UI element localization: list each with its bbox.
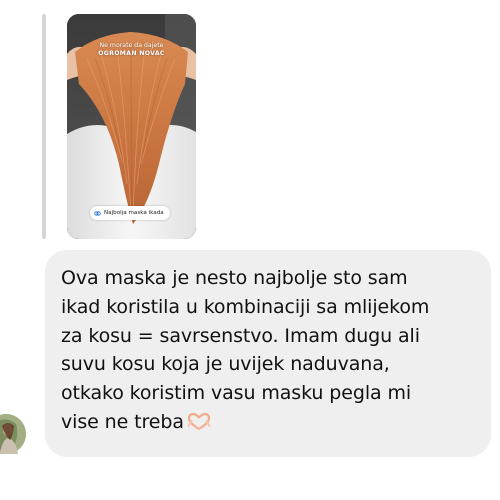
chat-screen: Ne morate da dajete OGROMAN NOVAC Najbol…: [0, 0, 500, 500]
link-icon: [94, 210, 101, 216]
story-caption: Ne morate da dajete OGROMAN NOVAC: [67, 42, 196, 58]
message-line: otkako koristim vasu masku pegla mi: [61, 382, 412, 405]
message-bubble[interactable]: Ova maska je nesto najbolje sto sam ikad…: [45, 250, 491, 457]
message-line: ikad koristila u kombinaciji sa mlijekom: [61, 295, 430, 318]
message-last-line: vise ne treba: [61, 408, 481, 437]
message-line: vise ne treba: [61, 410, 184, 433]
story-caption-line2: OGROMAN NOVAC: [98, 50, 165, 57]
message-line: Ova maska je nesto najbolje sto sam: [61, 267, 408, 289]
message-line: za kosu = savrsenstvo. Imam dugu ali: [61, 324, 420, 347]
story-caption-line1: Ne morate da dajete: [99, 42, 164, 49]
message-line: suvu kosu koja je uvijek naduvana,: [61, 353, 390, 376]
story-link-chip[interactable]: Najbolja maska ikada: [90, 206, 170, 220]
heart-hands-icon: [187, 412, 211, 431]
story-link-label: Najbolja maska ikada: [104, 210, 164, 216]
sender-avatar[interactable]: [0, 414, 26, 454]
reply-quote-bar: [42, 14, 46, 239]
